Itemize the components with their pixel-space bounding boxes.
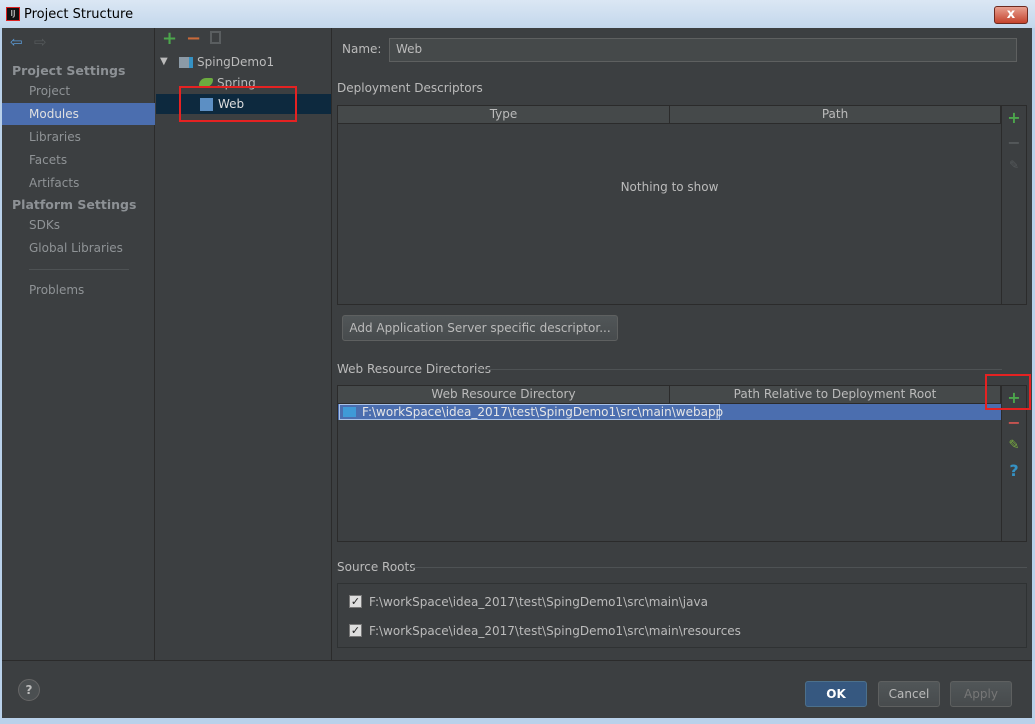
name-input[interactable]: Web xyxy=(389,38,1017,62)
divider xyxy=(477,369,1002,370)
deployment-toolbar: + − ✎ xyxy=(1002,105,1027,305)
window-title: Project Structure xyxy=(24,7,134,22)
sidebar-item-global-libraries[interactable]: Global Libraries xyxy=(2,237,155,259)
expand-arrow-icon[interactable]: ▼ xyxy=(160,52,168,72)
section-platform-settings: Platform Settings xyxy=(12,197,137,212)
dialog-body: ⇦ ⇨ Project Settings Project Modules Lib… xyxy=(2,28,1032,718)
add-icon[interactable]: + xyxy=(1006,108,1022,127)
module-tree-panel: + − ▼ SpingDemo1 Spring Web xyxy=(156,28,332,660)
column-header-path-relative[interactable]: Path Relative to Deployment Root xyxy=(670,386,1001,404)
sidebar-item-project[interactable]: Project xyxy=(2,80,155,102)
column-header-web-resource-directory[interactable]: Web Resource Directory xyxy=(338,386,670,404)
sidebar-item-modules[interactable]: Modules xyxy=(2,103,155,125)
table-row[interactable]: F:\workSpace\idea_2017\test\SpingDemo1\s… xyxy=(338,404,1001,420)
web-resource-directories-title: Web Resource Directories xyxy=(337,362,491,376)
sidebar-item-facets[interactable]: Facets xyxy=(2,149,155,171)
folder-icon xyxy=(343,407,356,417)
tree-label: SpingDemo1 xyxy=(197,55,275,69)
help-icon[interactable]: ? xyxy=(1006,461,1022,480)
sidebar-item-problems[interactable]: Problems xyxy=(2,279,155,301)
highlight-box xyxy=(179,86,297,122)
sidebar-item-libraries[interactable]: Libraries xyxy=(2,126,155,148)
column-header-type[interactable]: Type xyxy=(338,106,670,124)
cancel-button[interactable]: Cancel xyxy=(878,681,940,707)
source-root-checkbox[interactable]: ✓ xyxy=(349,624,362,637)
sidebar-item-sdks[interactable]: SDKs xyxy=(2,214,155,236)
footer-bar: ? OK Cancel Apply xyxy=(2,660,1032,718)
add-server-descriptor-button[interactable]: Add Application Server specific descript… xyxy=(342,315,618,341)
apply-button[interactable]: Apply xyxy=(950,681,1012,707)
facet-editor: Name: Web Deployment Descriptors Type Pa… xyxy=(332,28,1032,660)
copy-icon[interactable] xyxy=(210,31,221,44)
remove-icon[interactable]: − xyxy=(1006,413,1022,432)
highlight-box xyxy=(985,374,1031,410)
remove-icon[interactable]: − xyxy=(186,28,201,49)
deployment-descriptors-table: Type Path Nothing to show xyxy=(337,105,1002,305)
edit-pencil-icon[interactable]: ✎ xyxy=(1006,158,1022,172)
divider xyxy=(412,567,1027,568)
ok-button[interactable]: OK xyxy=(805,681,867,707)
deployment-descriptors-title: Deployment Descriptors xyxy=(337,81,483,95)
title-bar: IJ Project Structure x xyxy=(0,0,1035,28)
source-root-path: F:\workSpace\idea_2017\test\SpingDemo1\s… xyxy=(369,624,741,638)
directory-cell[interactable]: F:\workSpace\idea_2017\test\SpingDemo1\s… xyxy=(339,404,723,420)
forward-arrow-icon[interactable]: ⇨ xyxy=(34,33,47,51)
remove-icon[interactable]: − xyxy=(1006,133,1022,152)
name-label: Name: xyxy=(342,42,382,56)
add-icon[interactable]: + xyxy=(162,28,177,49)
tree-item-spingdemo1[interactable]: ▼ SpingDemo1 xyxy=(156,52,331,72)
empty-table-text: Nothing to show xyxy=(620,180,719,194)
edit-pencil-icon[interactable]: ✎ xyxy=(1006,438,1022,453)
intellij-app-icon: IJ xyxy=(6,7,20,21)
divider xyxy=(29,269,129,270)
settings-sidebar: ⇦ ⇨ Project Settings Project Modules Lib… xyxy=(2,28,155,660)
source-root-path: F:\workSpace\idea_2017\test\SpingDemo1\s… xyxy=(369,595,708,609)
web-resource-table: Web Resource Directory Path Relative to … xyxy=(337,385,1002,542)
source-roots-list: ✓ F:\workSpace\idea_2017\test\SpingDemo1… xyxy=(337,583,1027,648)
sidebar-item-artifacts[interactable]: Artifacts xyxy=(2,172,155,194)
column-header-path[interactable]: Path xyxy=(670,106,1001,124)
source-roots-title: Source Roots xyxy=(337,560,416,574)
source-root-checkbox[interactable]: ✓ xyxy=(349,595,362,608)
close-button[interactable]: x xyxy=(994,6,1028,24)
module-folder-icon xyxy=(179,57,193,68)
help-button[interactable]: ? xyxy=(18,679,40,701)
section-project-settings: Project Settings xyxy=(12,63,126,78)
back-arrow-icon[interactable]: ⇦ xyxy=(10,33,23,51)
